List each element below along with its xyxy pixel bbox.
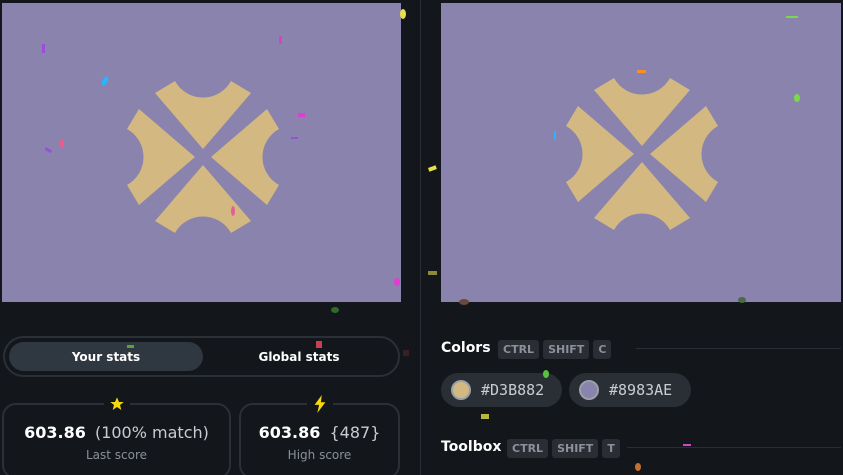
confetti-layer	[42, 9, 800, 471]
